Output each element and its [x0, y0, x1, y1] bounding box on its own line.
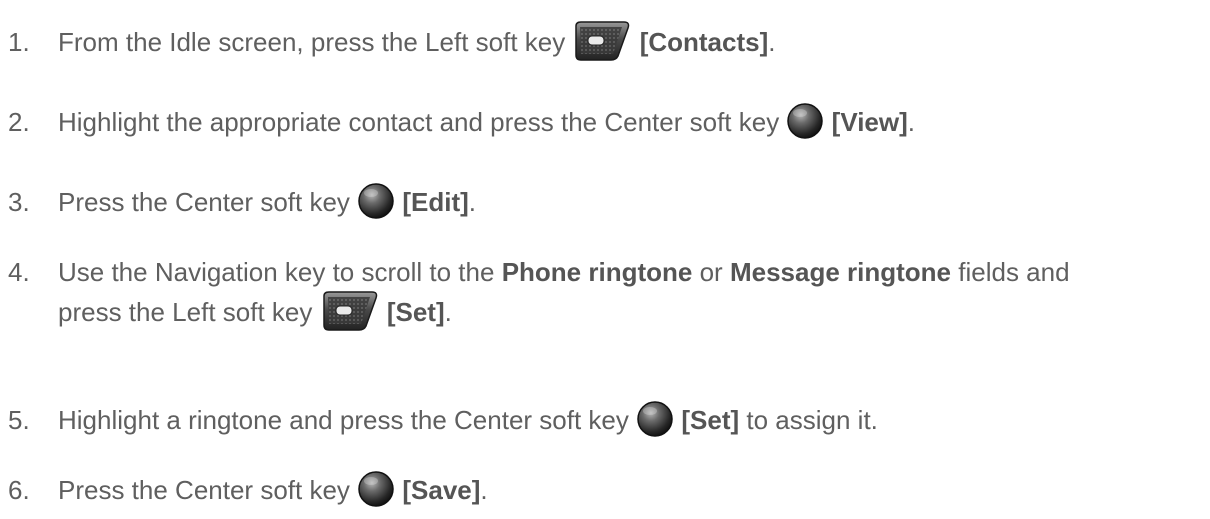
step-text-after: .: [468, 187, 477, 217]
step-number: 2.: [8, 107, 30, 137]
step-number: 4.: [8, 257, 30, 287]
step-1: 1. From the Idle screen, press the Left …: [8, 20, 1198, 65]
step-text: Highlight a ringtone and press the Cente…: [58, 405, 629, 435]
phone-ringtone-label: Phone ringtone: [501, 257, 693, 287]
left-soft-key-icon: [572, 20, 632, 62]
key-label: [Save]: [402, 475, 481, 505]
key-label: [View]: [831, 107, 908, 137]
step-body: Press the Center soft key [Save].: [58, 470, 1198, 511]
key-label: [Edit]: [402, 187, 469, 217]
step-text: press the Left soft key: [58, 297, 313, 327]
step-text: or: [699, 257, 723, 287]
step-text-after: .: [768, 27, 776, 57]
step-number: 3.: [8, 187, 30, 217]
center-soft-key-icon: [357, 470, 395, 508]
step-text-after: to assign it.: [746, 405, 878, 435]
key-label: [Set]: [681, 405, 740, 435]
step-text-after: .: [907, 107, 916, 137]
step-text-after: .: [480, 475, 488, 505]
step-number: 1.: [8, 27, 30, 57]
left-soft-key-icon: [320, 290, 380, 332]
step-text: Use the Navigation key to scroll to the: [58, 257, 495, 287]
step-body: Use the Navigation key to scroll to the …: [58, 252, 1198, 335]
step-6: 6. Press the Center soft key [Save].: [8, 470, 1198, 510]
step-text: Press the Center soft key: [58, 187, 350, 217]
step-body: Press the Center soft key [Edit].: [58, 182, 1198, 223]
center-soft-key-icon: [786, 102, 824, 140]
step-4: 4. Use the Navigation key to scroll to t…: [8, 252, 1198, 331]
step-text: fields and: [958, 257, 1070, 287]
step-text: Press the Center soft key: [58, 475, 350, 505]
key-label: [Set]: [386, 297, 445, 327]
message-ringtone-label: Message ringtone: [729, 257, 952, 287]
key-label: [Contacts]: [639, 27, 769, 57]
step-line-1: Use the Navigation key to scroll to the …: [58, 252, 1198, 292]
center-soft-key-icon: [636, 400, 674, 438]
step-body: Highlight a ringtone and press the Cente…: [58, 400, 1198, 441]
step-line-2: press the Left soft key [Set].: [58, 290, 1198, 335]
step-5: 5. Highlight a ringtone and press the Ce…: [8, 400, 1198, 440]
step-number: 5.: [8, 405, 30, 435]
step-text: Highlight the appropriate contact and pr…: [58, 107, 780, 137]
step-body: Highlight the appropriate contact and pr…: [58, 102, 1198, 143]
step-number: 6.: [8, 475, 30, 505]
step-3: 3. Press the Center soft key [Edit].: [8, 182, 1198, 222]
step-text: From the Idle screen, press the Left sof…: [58, 27, 566, 57]
center-soft-key-icon: [357, 182, 395, 220]
step-body: From the Idle screen, press the Left sof…: [58, 20, 1198, 65]
step-2: 2. Highlight the appropriate contact and…: [8, 102, 1198, 142]
step-text-after: .: [444, 297, 452, 327]
